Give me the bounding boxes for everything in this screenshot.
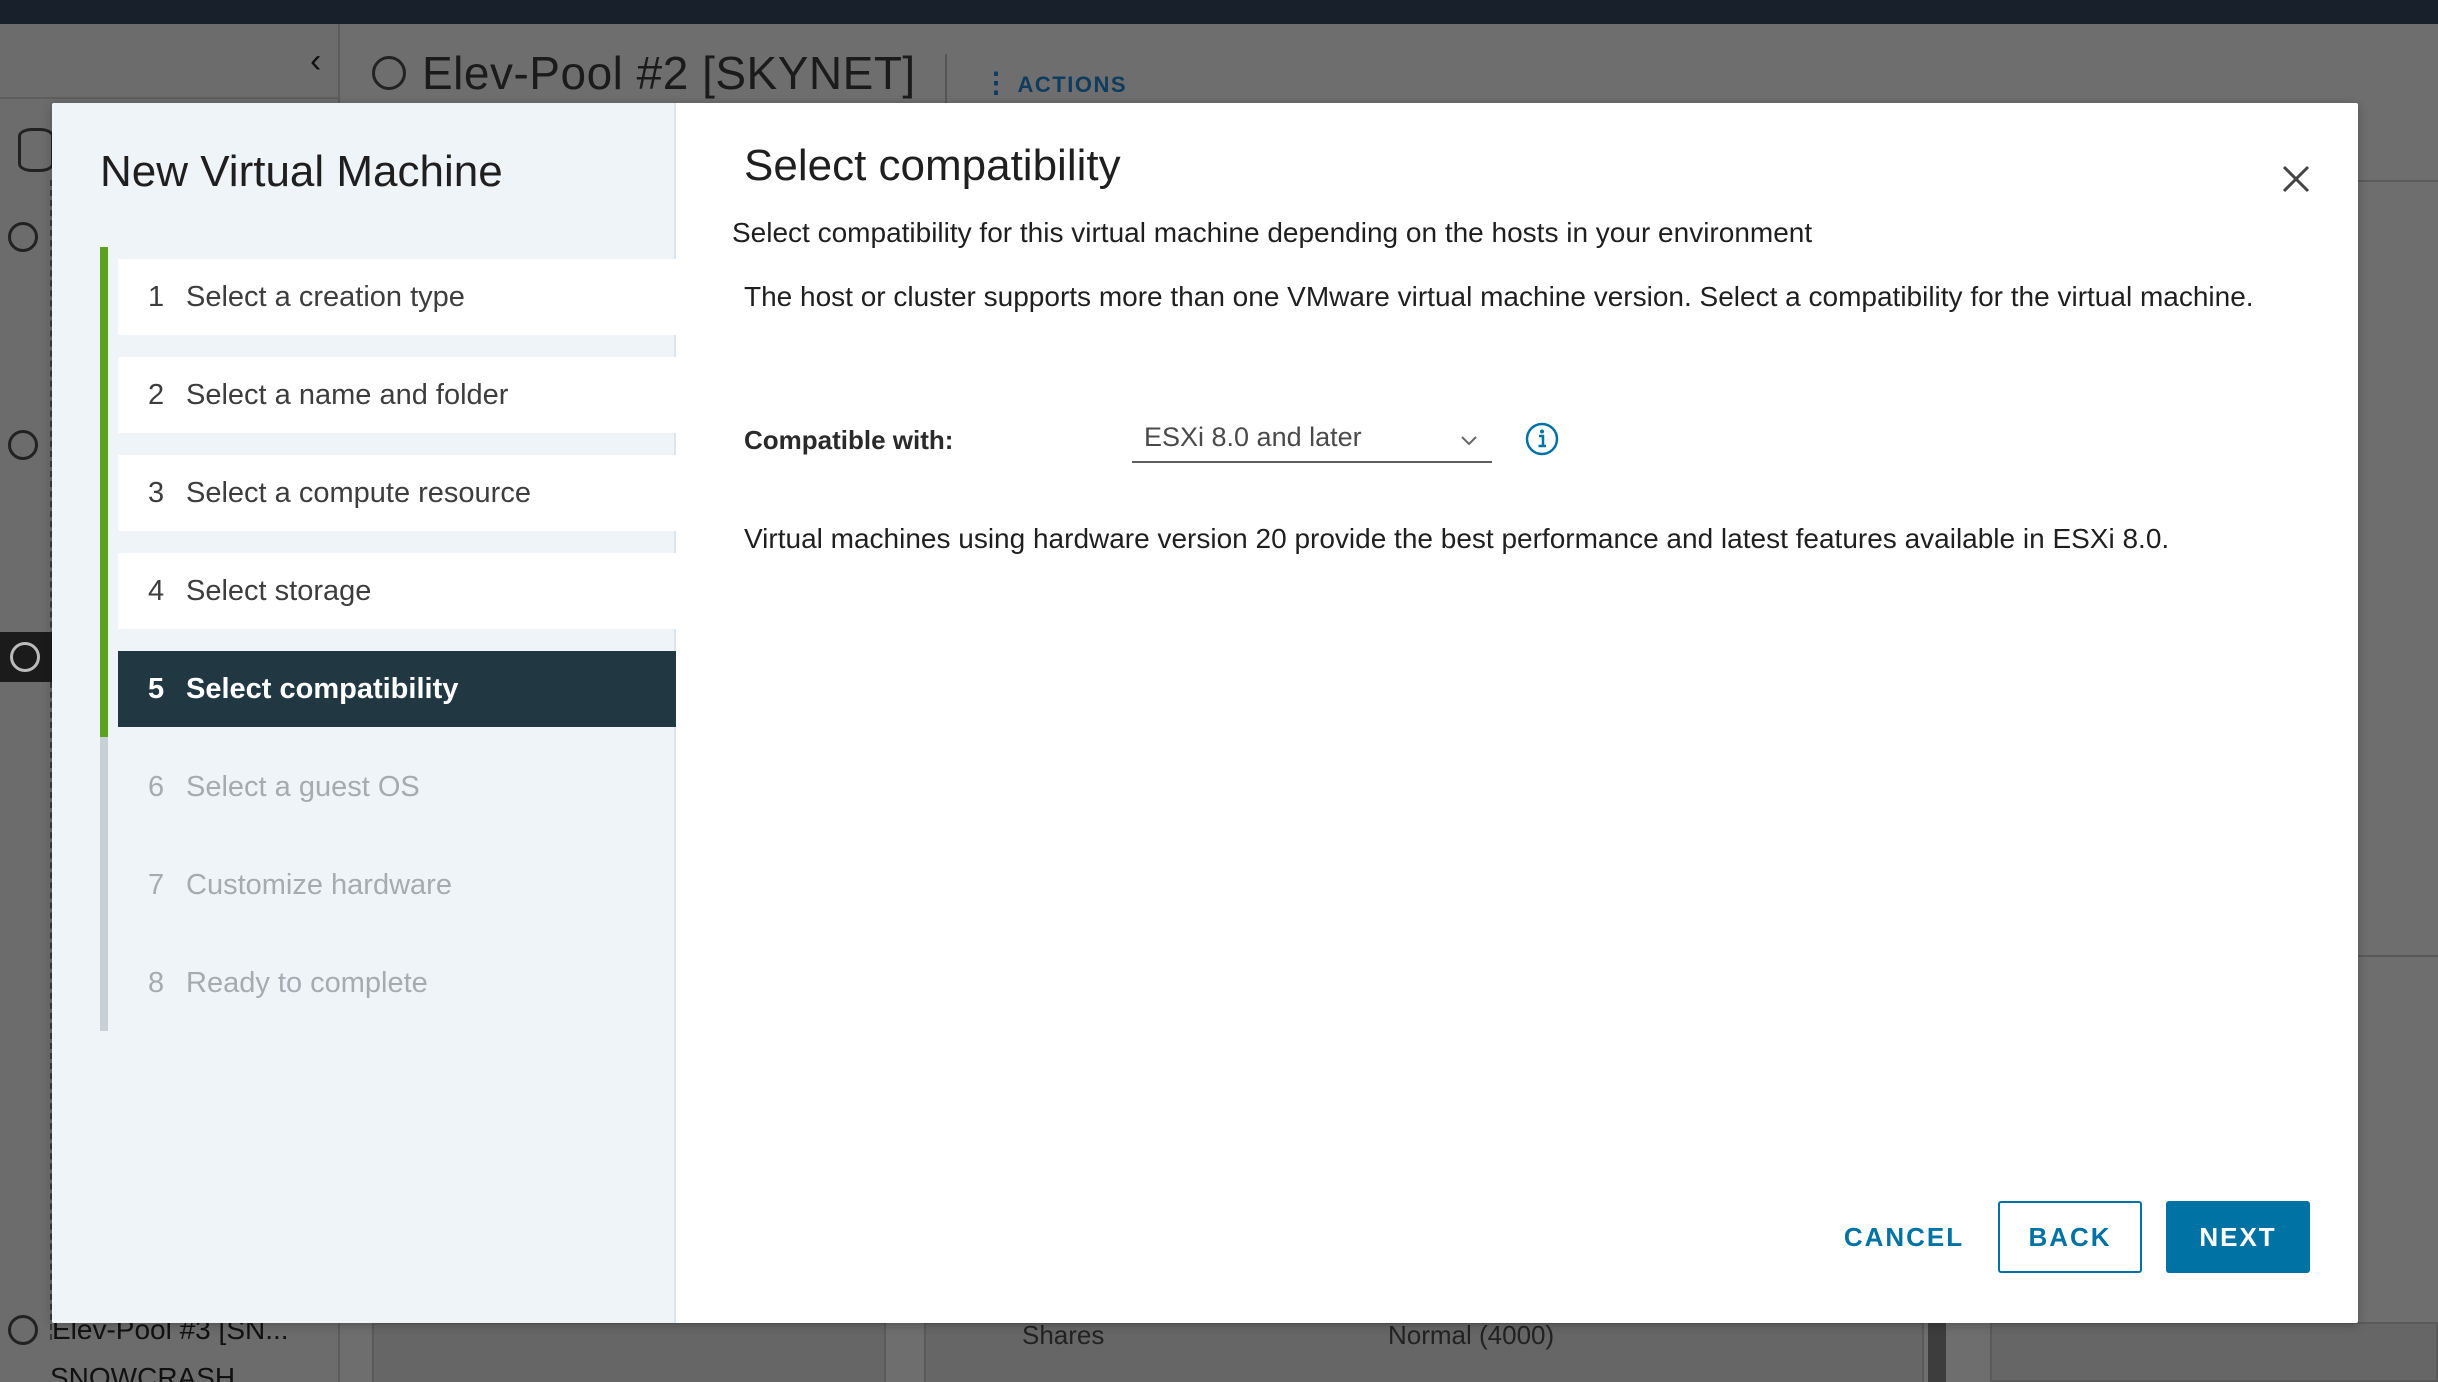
- step-number: 5: [148, 672, 165, 705]
- shares-value: Normal (4000): [1388, 1320, 1555, 1350]
- summary-card: [372, 1322, 886, 1382]
- step-rail: [100, 247, 108, 345]
- step-box: 7 Customize hardware: [118, 847, 676, 923]
- compat-label: Compatible with:: [744, 425, 954, 455]
- close-icon[interactable]: [2276, 159, 2316, 199]
- step-box: 2 Select a name and folder: [118, 357, 676, 433]
- cancel-button[interactable]: CANCEL: [1834, 1201, 1974, 1273]
- kebab-icon: ⋮: [982, 67, 1012, 98]
- step-label: Ready to complete: [186, 966, 428, 999]
- hardware-version-text: Virtual machines using hardware version …: [744, 523, 2170, 554]
- new-vm-wizard-dialog: New Virtual Machine 1 Select a creation t…: [52, 103, 2358, 1323]
- step-label: Select a guest OS: [186, 770, 420, 803]
- step-rail: [100, 835, 108, 933]
- tree-item-selected[interactable]: [0, 632, 52, 682]
- summary-card: [1990, 1322, 2438, 1382]
- tree-item[interactable]: SNOWCRASH: [50, 1362, 235, 1382]
- step-box: 5 Select compatibility: [118, 651, 676, 727]
- step-box: 1 Select a creation type: [118, 259, 676, 335]
- chevron-left-icon[interactable]: ‹: [310, 44, 321, 78]
- sidebar-header: [0, 24, 340, 99]
- app-topbar: [0, 0, 2438, 24]
- compat-select-value: ESXi 8.0 and later: [1144, 421, 1362, 452]
- wizard-step-7: 7 Customize hardware: [100, 835, 676, 933]
- step-rail: [100, 737, 108, 835]
- wizard-nav: New Virtual Machine 1 Select a creation t…: [52, 103, 676, 1323]
- step-box: 4 Select storage: [118, 553, 676, 629]
- step-rail: [100, 345, 108, 443]
- page-title: Elev-Pool #2 [SKYNET]: [422, 47, 916, 99]
- back-button[interactable]: BACK: [1998, 1201, 2142, 1273]
- info-icon[interactable]: [1524, 421, 1560, 457]
- wizard-step-4[interactable]: 4 Select storage: [100, 541, 676, 639]
- database-icon[interactable]: [18, 128, 54, 172]
- scrollbar[interactable]: [1928, 1322, 1946, 1382]
- step-number: 4: [148, 574, 165, 607]
- step-rail: [100, 541, 108, 639]
- content-subtitle: Select compatibility for this virtual ma…: [732, 217, 1813, 248]
- step-rail: [100, 639, 108, 737]
- step-box: 3 Select a compute resource: [118, 455, 676, 531]
- step-number: 8: [148, 966, 165, 999]
- header-divider: [945, 54, 947, 104]
- compatibility-select[interactable]: ESXi 8.0 and later: [1132, 413, 1492, 463]
- resource-pool-icon: [372, 56, 406, 90]
- chevron-down-icon: [1458, 427, 1480, 458]
- step-label: Select storage: [186, 574, 372, 607]
- step-rail: [100, 933, 108, 1031]
- step-box: 6 Select a guest OS: [118, 749, 676, 825]
- wizard-footer: CANCEL BACK NEXT: [1834, 1201, 2310, 1273]
- actions-label: ACTIONS: [1017, 72, 1127, 97]
- divider: [2356, 955, 2438, 957]
- step-number: 6: [148, 770, 165, 803]
- step-label: Select compatibility: [186, 672, 459, 705]
- content-title: Select compatibility: [744, 141, 1121, 190]
- shares-label: Shares: [1022, 1320, 1105, 1350]
- step-number: 7: [148, 868, 165, 901]
- step-rail: [100, 443, 108, 541]
- wizard-step-2[interactable]: 2 Select a name and folder: [100, 345, 676, 443]
- resource-pool-icon: [10, 642, 40, 672]
- wizard-step-5[interactable]: 5 Select compatibility: [100, 639, 676, 737]
- actions-menu-button[interactable]: ⋮ ACTIONS: [982, 66, 1127, 99]
- object-header: Elev-Pool #2 [SKYNET]: [372, 46, 916, 100]
- step-number: 1: [148, 280, 165, 313]
- resource-pool-icon[interactable]: [8, 430, 38, 460]
- step-label: Select a compute resource: [186, 476, 531, 509]
- step-label: Select a creation type: [186, 280, 465, 313]
- divider: [2356, 180, 2438, 182]
- wizard-title: New Virtual Machine: [100, 147, 503, 196]
- step-box: 8 Ready to complete: [118, 945, 676, 1021]
- resource-pool-icon[interactable]: [8, 222, 38, 252]
- wizard-step-1[interactable]: 1 Select a creation type: [100, 247, 676, 345]
- step-number: 3: [148, 476, 165, 509]
- wizard-step-8: 8 Ready to complete: [100, 933, 676, 1031]
- wizard-step-6: 6 Select a guest OS: [100, 737, 676, 835]
- step-label: Select a name and folder: [186, 378, 509, 411]
- resource-pool-icon: [8, 1315, 38, 1345]
- info-text: The host or cluster supports more than o…: [744, 281, 2254, 312]
- step-number: 2: [148, 378, 165, 411]
- step-label: Customize hardware: [186, 868, 452, 901]
- next-button[interactable]: NEXT: [2166, 1201, 2310, 1273]
- wizard-step-3[interactable]: 3 Select a compute resource: [100, 443, 676, 541]
- wizard-content: Select compatibility Select compatibilit…: [676, 103, 2358, 1323]
- wizard-steps: 1 Select a creation type 2 Select a name a…: [100, 247, 676, 1031]
